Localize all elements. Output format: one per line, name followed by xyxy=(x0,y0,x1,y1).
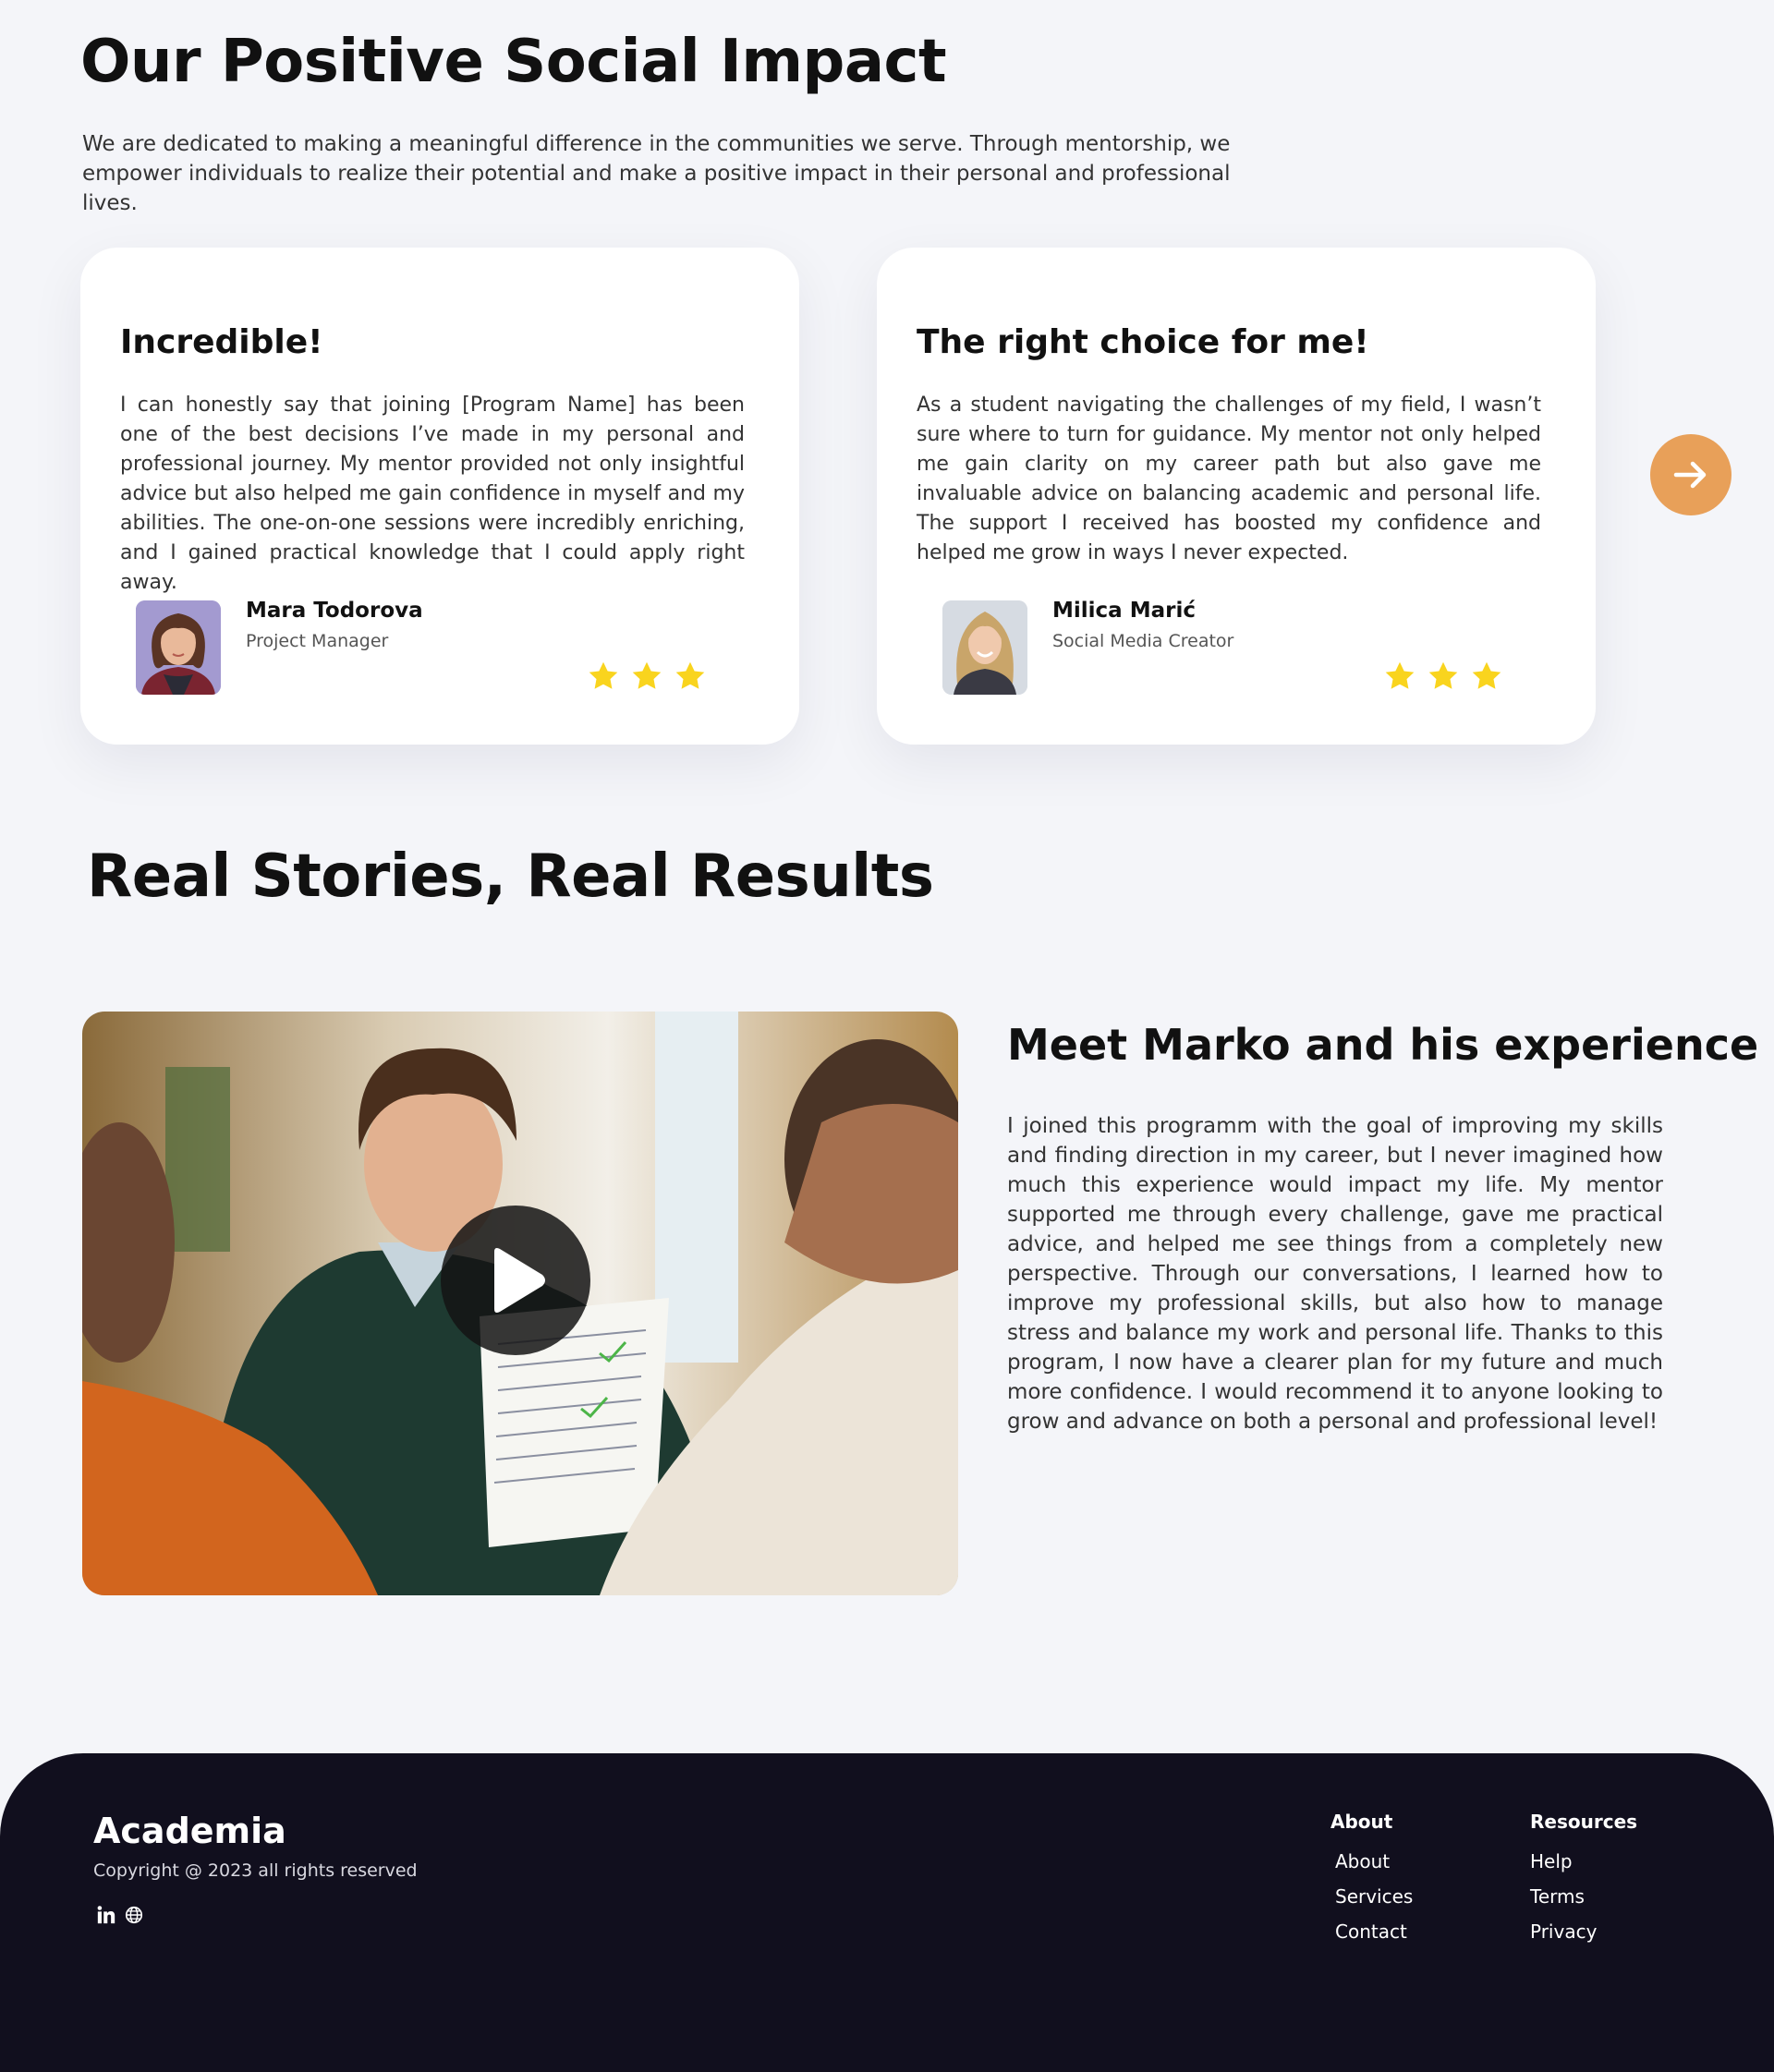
play-icon xyxy=(494,1248,545,1313)
testimonial-body: As a student navigating the challenges o… xyxy=(917,394,1541,564)
testimonial-title: Incredible! xyxy=(120,323,323,361)
story-video[interactable] xyxy=(82,1012,958,1595)
next-testimonial-button[interactable] xyxy=(1650,434,1731,515)
testimonial-author-role: Social Media Creator xyxy=(1052,631,1234,651)
star-icon xyxy=(1385,661,1415,689)
avatar xyxy=(136,600,221,695)
star-icon xyxy=(675,661,705,689)
testimonial-card: The right choice for me! As a student na… xyxy=(877,248,1596,745)
impact-title: Our Positive Social Impact xyxy=(80,28,947,96)
social-links xyxy=(96,1905,144,1925)
testimonial-author-role: Project Manager xyxy=(246,631,389,651)
footer-column-resources: Resources Help Terms Privacy xyxy=(1530,1811,1637,1949)
story-body: I joined this programm with the goal of … xyxy=(1007,1114,1663,1434)
footer-column-about: About About Services Contact xyxy=(1330,1811,1413,1949)
stories-title: Real Stories, Real Results xyxy=(87,842,934,911)
footer-link-contact[interactable]: Contact xyxy=(1330,1914,1413,1949)
footer-link-services[interactable]: Services xyxy=(1330,1879,1413,1914)
testimonial-card: Incredible! I can honestly say that join… xyxy=(80,248,799,745)
star-rating xyxy=(586,660,708,693)
impact-description: We are dedicated to making a meaningful … xyxy=(82,132,1231,215)
footer-column-heading: Resources xyxy=(1530,1811,1638,1833)
footer-column-heading: About xyxy=(1330,1811,1393,1833)
testimonial-author-name: Mara Todorova xyxy=(246,599,423,623)
footer-link-help[interactable]: Help xyxy=(1530,1844,1637,1879)
page: Our Positive Social Impact We are dedica… xyxy=(0,0,1774,2072)
footer-link-about[interactable]: About xyxy=(1330,1844,1413,1879)
star-rating xyxy=(1382,660,1504,693)
story-title: Meet Marko and his experience xyxy=(1007,1020,1759,1070)
avatar xyxy=(942,600,1027,695)
linkedin-icon[interactable] xyxy=(96,1905,116,1925)
testimonial-author-name: Milica Marić xyxy=(1052,599,1196,623)
footer-link-terms[interactable]: Terms xyxy=(1530,1879,1637,1914)
star-icon xyxy=(632,661,662,689)
footer-brand: Academia xyxy=(93,1811,286,1851)
testimonial-title: The right choice for me! xyxy=(917,323,1369,361)
star-icon xyxy=(1472,661,1501,689)
star-icon xyxy=(589,661,618,689)
star-icon xyxy=(1428,661,1458,689)
arrow-right-icon xyxy=(1673,461,1707,489)
testimonial-body: I can honestly say that joining [Program… xyxy=(120,394,745,594)
copyright-text: Copyright @ 2023 all rights reserved xyxy=(93,1860,418,1881)
play-button[interactable] xyxy=(441,1206,590,1355)
footer: Academia Copyright @ 2023 all rights res… xyxy=(0,1753,1774,2072)
globe-icon[interactable] xyxy=(124,1905,144,1925)
footer-link-privacy[interactable]: Privacy xyxy=(1530,1914,1637,1949)
